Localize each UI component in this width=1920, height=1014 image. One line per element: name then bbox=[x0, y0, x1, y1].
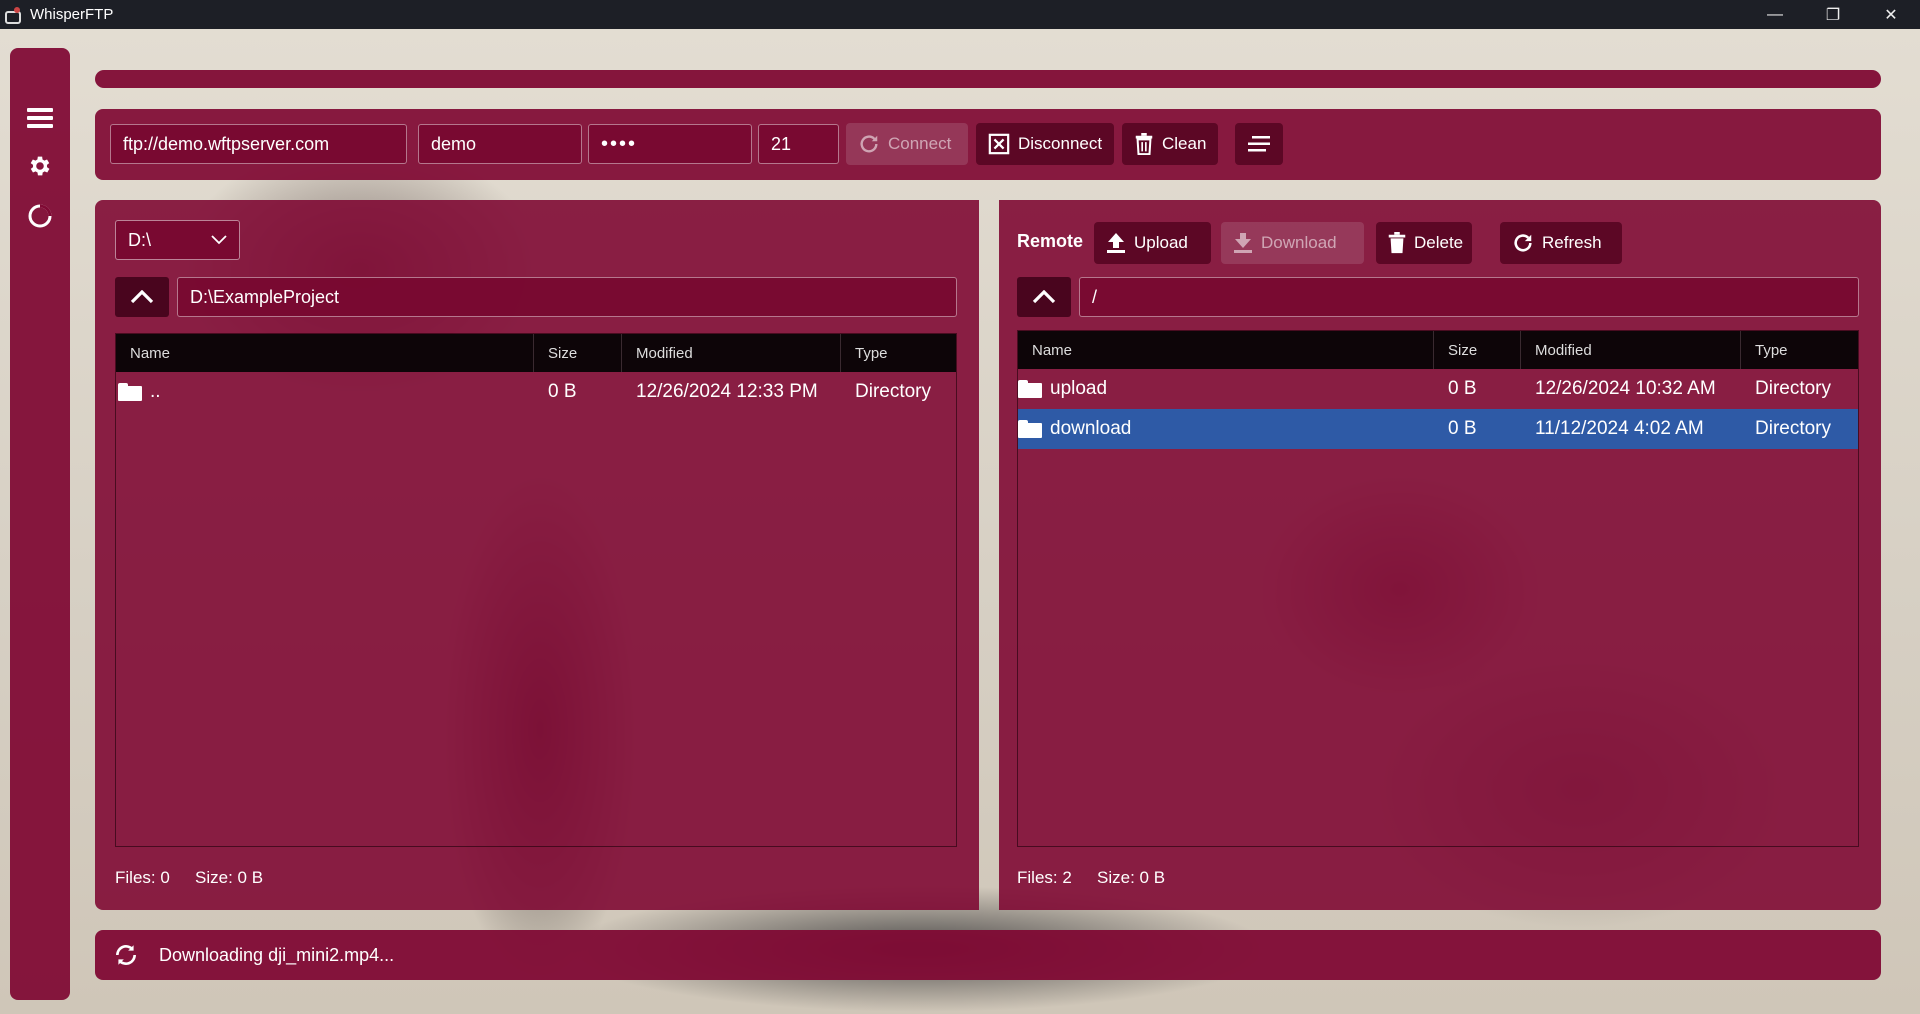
password-dots: •••• bbox=[601, 132, 638, 155]
remote-path-field[interactable]: / bbox=[1079, 277, 1859, 317]
column-header-type[interactable]: Type bbox=[1741, 331, 1858, 369]
disconnect-label: Disconnect bbox=[1018, 134, 1103, 153]
host-input[interactable] bbox=[123, 133, 394, 155]
remote-panel: Remote Upload Download Delete Refresh / … bbox=[999, 200, 1881, 910]
status-bar: Downloading dji_mini2.mp4... bbox=[95, 930, 1881, 980]
chevron-up-icon bbox=[130, 290, 154, 304]
clean-button[interactable]: Clean bbox=[1122, 123, 1218, 165]
reconnect-icon bbox=[860, 135, 878, 153]
upload-button[interactable]: Upload bbox=[1094, 222, 1211, 264]
gear-icon bbox=[30, 156, 50, 176]
table-row[interactable]: upload 0 B 12/26/2024 10:32 AM Directory bbox=[1018, 369, 1858, 409]
trash-icon bbox=[1388, 232, 1406, 254]
username-field[interactable] bbox=[418, 124, 582, 164]
title-bar: WhisperFTP — ❐ ✕ bbox=[0, 0, 1920, 29]
delete-label: Delete bbox=[1414, 233, 1464, 252]
column-header-size[interactable]: Size bbox=[1434, 331, 1521, 369]
chevron-down-icon bbox=[211, 235, 227, 245]
status-message: Downloading dji_mini2.mp4... bbox=[159, 944, 395, 965]
column-header-name[interactable]: Name bbox=[116, 334, 534, 372]
host-field[interactable] bbox=[110, 124, 407, 164]
table-row-selected[interactable]: download 0 B 11/12/2024 4:02 AM Director… bbox=[1018, 409, 1858, 449]
username-input[interactable] bbox=[431, 133, 569, 155]
port-input[interactable] bbox=[771, 133, 826, 155]
refresh-button[interactable]: Refresh bbox=[1500, 222, 1622, 264]
row-type: Directory bbox=[1755, 418, 1832, 439]
sidebar bbox=[10, 48, 70, 1000]
log-button[interactable] bbox=[1235, 123, 1283, 165]
local-path-field[interactable]: D:\ExampleProject bbox=[177, 277, 957, 317]
drive-select[interactable]: D:\ bbox=[115, 220, 240, 260]
remote-total-size: Size: 0 B bbox=[1097, 868, 1166, 887]
table-row[interactable]: .. 0 B 12/26/2024 12:33 PM Directory bbox=[116, 372, 956, 412]
refresh-icon bbox=[1514, 234, 1532, 252]
folder-icon bbox=[1018, 420, 1042, 438]
menu-icon bbox=[27, 108, 53, 128]
restore-button[interactable]: ❐ bbox=[1804, 0, 1862, 29]
trash-icon bbox=[1135, 133, 1153, 155]
remote-up-button[interactable] bbox=[1017, 277, 1071, 317]
column-header-size[interactable]: Size bbox=[534, 334, 622, 372]
row-size: 0 B bbox=[1448, 418, 1477, 439]
column-header-modified[interactable]: Modified bbox=[1521, 331, 1741, 369]
row-modified: 12/26/2024 12:33 PM bbox=[636, 381, 818, 402]
chevron-up-icon bbox=[1032, 290, 1056, 304]
remote-files-count: Files: 2 bbox=[1017, 868, 1072, 887]
drive-value: D:\ bbox=[128, 229, 152, 250]
local-up-button[interactable] bbox=[115, 277, 169, 317]
remote-path-value: / bbox=[1092, 286, 1098, 307]
close-button[interactable]: ✕ bbox=[1862, 0, 1920, 29]
local-file-table: Name Size Modified Type .. 0 B 12/26/202… bbox=[115, 333, 957, 847]
delete-button[interactable]: Delete bbox=[1376, 222, 1472, 264]
connect-button[interactable]: Connect bbox=[846, 123, 968, 165]
column-header-modified[interactable]: Modified bbox=[622, 334, 841, 372]
column-header-type[interactable]: Type bbox=[841, 334, 956, 372]
password-field[interactable]: •••• bbox=[588, 124, 752, 164]
table-header: Name Size Modified Type bbox=[1018, 331, 1858, 369]
row-type: Directory bbox=[1755, 378, 1832, 399]
table-header: Name Size Modified Type bbox=[116, 334, 956, 372]
transfer-progress-bar bbox=[95, 70, 1881, 88]
upload-label: Upload bbox=[1134, 233, 1188, 252]
row-name: download bbox=[1050, 418, 1132, 439]
minimize-button[interactable]: — bbox=[1746, 0, 1804, 29]
clean-label: Clean bbox=[1162, 134, 1207, 153]
row-modified: 11/12/2024 4:02 AM bbox=[1535, 418, 1704, 439]
connection-panel: •••• Connect Disconnect Clean bbox=[95, 109, 1881, 180]
disconnect-button[interactable]: Disconnect bbox=[976, 123, 1114, 165]
row-modified: 12/26/2024 10:32 AM bbox=[1535, 378, 1716, 399]
window-controls: — ❐ ✕ bbox=[1746, 0, 1920, 29]
column-header-name[interactable]: Name bbox=[1018, 331, 1434, 369]
remote-file-table: Name Size Modified Type upload 0 B 12/26… bbox=[1017, 330, 1859, 847]
row-name: .. bbox=[150, 381, 161, 402]
row-size: 0 B bbox=[548, 381, 577, 402]
row-name: upload bbox=[1050, 378, 1108, 399]
folder-icon bbox=[118, 383, 142, 401]
upload-icon bbox=[1107, 233, 1125, 253]
settings-button[interactable] bbox=[10, 144, 70, 188]
row-type: Directory bbox=[855, 381, 932, 402]
row-size: 0 B bbox=[1448, 378, 1477, 399]
sync-icon bbox=[116, 945, 136, 965]
align-lines-icon bbox=[1248, 136, 1270, 152]
activity-button[interactable] bbox=[10, 194, 70, 238]
download-label: Download bbox=[1261, 233, 1337, 252]
local-files-count: Files: 0 bbox=[115, 868, 170, 887]
close-box-icon bbox=[988, 133, 1010, 155]
port-field[interactable] bbox=[758, 124, 839, 164]
local-total-size: Size: 0 B bbox=[195, 868, 264, 887]
local-path-value: D:\ExampleProject bbox=[190, 286, 340, 307]
remote-label: Remote bbox=[1017, 231, 1084, 251]
menu-button[interactable] bbox=[10, 96, 70, 140]
loading-icon bbox=[28, 204, 52, 228]
app-logo-icon bbox=[4, 6, 22, 24]
download-icon bbox=[1234, 233, 1252, 253]
window-title: WhisperFTP bbox=[30, 6, 114, 23]
connect-label: Connect bbox=[888, 134, 952, 153]
folder-icon bbox=[1018, 380, 1042, 398]
refresh-label: Refresh bbox=[1542, 233, 1602, 252]
local-panel: D:\ D:\ExampleProject Name Size Modified… bbox=[95, 200, 979, 910]
download-button[interactable]: Download bbox=[1221, 222, 1364, 264]
